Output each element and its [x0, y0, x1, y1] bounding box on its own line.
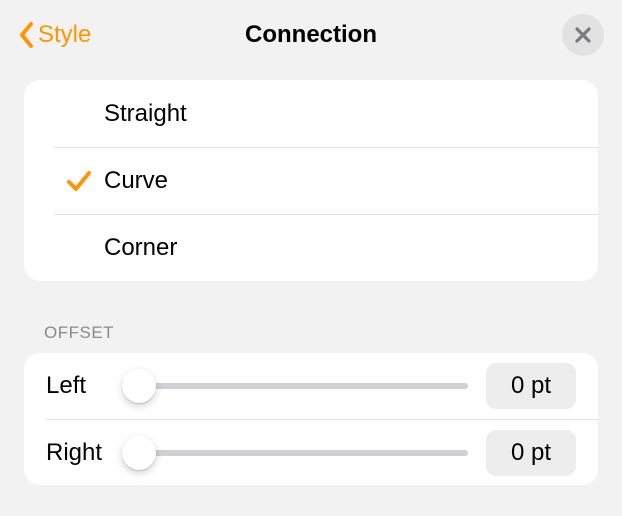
close-icon [574, 26, 592, 44]
offset-left-label: Left [46, 372, 126, 400]
offset-left-row: Left 0 pt [24, 353, 598, 419]
offset-right-slider[interactable] [126, 450, 486, 456]
offset-right-label: Right [46, 439, 126, 467]
option-label: Corner [104, 234, 576, 262]
offset-left-value[interactable]: 0 pt [486, 363, 576, 409]
nav-header: Style Connection [0, 0, 622, 70]
back-button[interactable]: Style [18, 21, 91, 49]
checkmark-icon [65, 167, 93, 195]
slider-track [126, 450, 468, 456]
connection-type-curve[interactable]: Curve [54, 147, 598, 214]
slider-track [126, 383, 468, 389]
page-title: Connection [0, 21, 622, 49]
offset-list: Left 0 pt Right 0 pt [24, 353, 598, 485]
checkmark-slot [24, 167, 104, 195]
offset-left-slider[interactable] [126, 383, 486, 389]
offset-right-value[interactable]: 0 pt [486, 430, 576, 476]
connection-type-straight[interactable]: Straight [24, 80, 598, 147]
offset-right-row: Right 0 pt [46, 419, 598, 485]
close-button[interactable] [562, 14, 604, 56]
option-label: Curve [104, 167, 576, 195]
offset-section-header: OFFSET [44, 323, 586, 343]
option-label: Straight [104, 100, 576, 128]
slider-thumb[interactable] [122, 436, 156, 470]
chevron-left-icon [18, 21, 36, 49]
connection-type-list: Straight Curve Corner [24, 80, 598, 281]
slider-thumb[interactable] [122, 369, 156, 403]
connection-type-corner[interactable]: Corner [54, 214, 598, 281]
back-label: Style [38, 21, 91, 49]
